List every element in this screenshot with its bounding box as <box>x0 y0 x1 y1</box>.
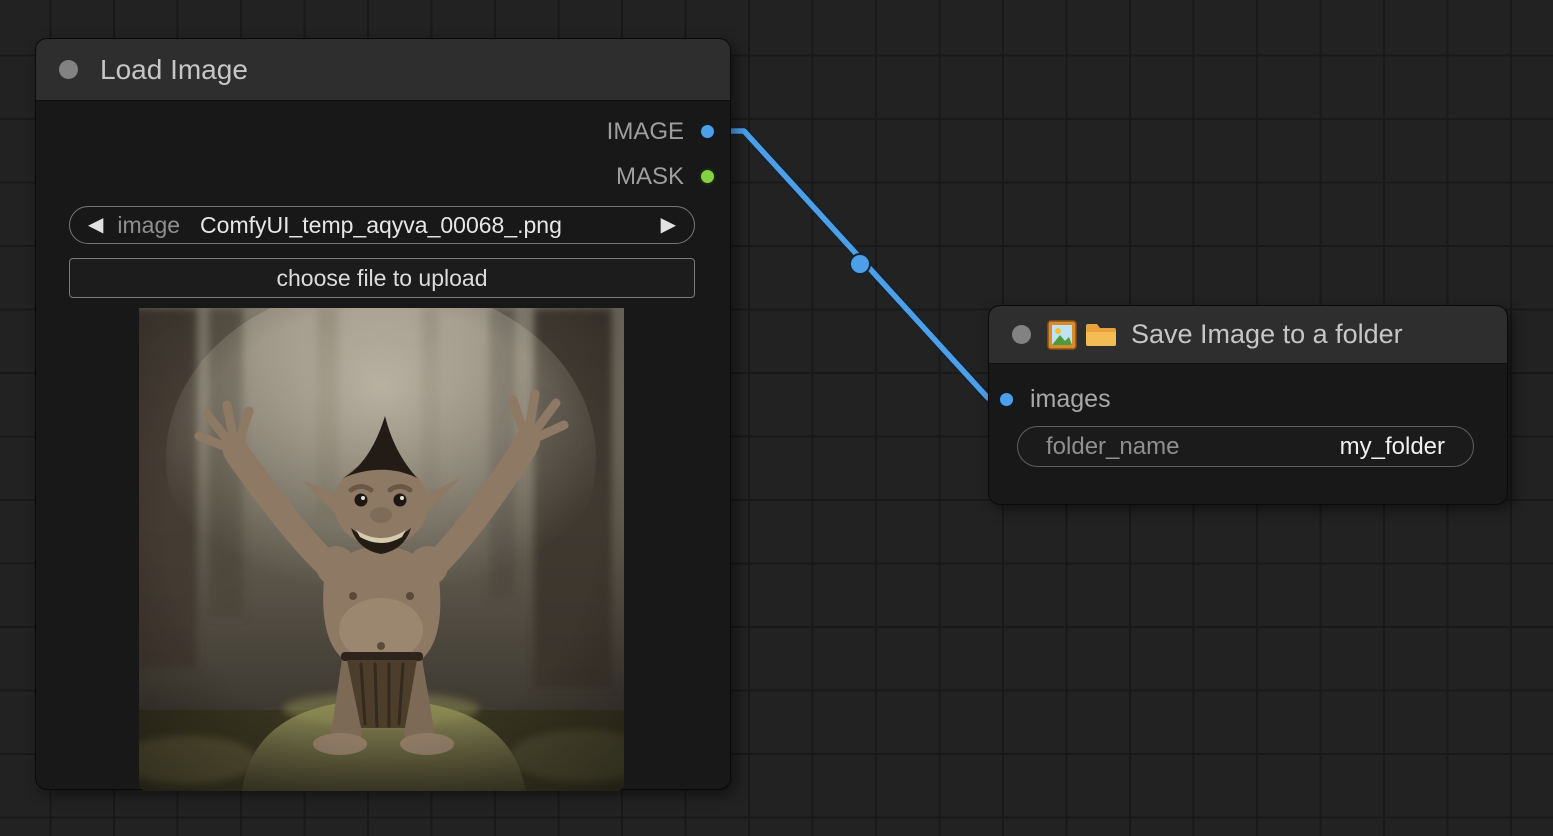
link-wire-outline <box>710 131 1006 398</box>
folder-icon <box>1085 322 1117 348</box>
save-node-title-bar[interactable]: Save Image to a folder <box>989 306 1507 364</box>
output-port-mask[interactable] <box>699 168 716 185</box>
link-wire <box>710 131 1006 398</box>
input-port-images[interactable] <box>998 391 1015 408</box>
folder-name-label: folder_name <box>1046 433 1179 461</box>
image-preview <box>139 308 624 791</box>
node-title: Save Image to a folder <box>1131 319 1403 350</box>
combo-label: image <box>117 212 180 239</box>
folder-name-widget[interactable]: folder_name my_folder <box>1017 426 1474 467</box>
output-label-image: IMAGE <box>607 119 684 145</box>
combo-value: ComfyUI_temp_aqyva_00068_.png <box>200 212 562 239</box>
save-image-folder-node[interactable]: Save Image to a folder images folder_nam… <box>988 305 1508 505</box>
image-thumbnail-icon <box>1047 320 1077 350</box>
load-image-node[interactable]: Load Image IMAGE MASK ◀ image ComfyUI_te… <box>35 38 731 790</box>
node-graph-canvas[interactable]: Load Image IMAGE MASK ◀ image ComfyUI_te… <box>0 0 1553 836</box>
node-title: Load Image <box>100 54 248 86</box>
choose-file-upload-button[interactable]: choose file to upload <box>69 258 695 298</box>
collapse-dot[interactable] <box>1012 325 1031 344</box>
folder-name-value: my_folder <box>1340 433 1445 461</box>
output-label-mask: MASK <box>616 164 684 190</box>
load-image-title-bar[interactable]: Load Image <box>36 39 730 101</box>
preview-image-graphic <box>139 308 624 791</box>
combo-next-arrow[interactable]: ▶ <box>661 215 676 235</box>
collapse-dot[interactable] <box>59 60 78 79</box>
input-label-images: images <box>1030 385 1111 414</box>
link-midpoint-dot[interactable] <box>850 254 870 274</box>
image-combo-widget[interactable]: ◀ image ComfyUI_temp_aqyva_00068_.png ▶ <box>69 206 695 244</box>
output-port-image[interactable] <box>699 123 716 140</box>
combo-prev-arrow[interactable]: ◀ <box>88 215 103 235</box>
